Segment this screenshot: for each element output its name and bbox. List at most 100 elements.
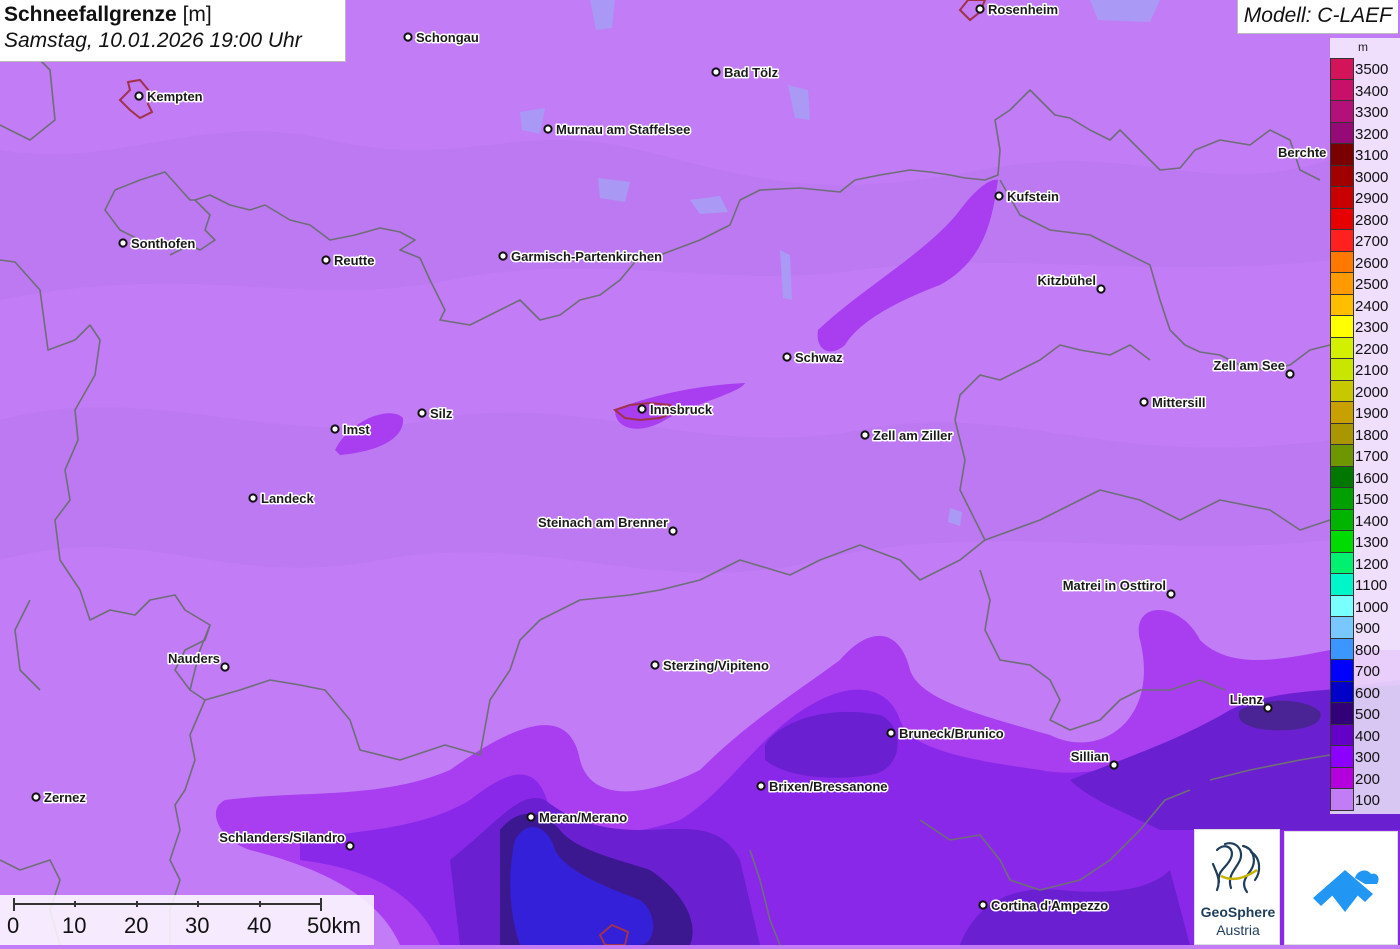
- legend-label: 1600: [1355, 469, 1389, 487]
- city-marker[interactable]: Zell am Ziller: [860, 427, 954, 445]
- forecast-datetime: Samstag, 10.01.2026 19:00 Uhr: [4, 29, 302, 52]
- legend-row-3400: 3400: [1330, 79, 1400, 101]
- legend-row-2100: 2100: [1330, 359, 1400, 381]
- city-dot: [1109, 760, 1119, 770]
- city-label: Sterzing/Vipiteno: [663, 658, 769, 673]
- legend-swatch: [1330, 273, 1354, 295]
- city-marker[interactable]: Cortina d'Ampezzo: [978, 897, 1110, 915]
- city-dot: [134, 91, 144, 101]
- legend-row-600: 600: [1330, 681, 1400, 703]
- legend-row-500: 500: [1330, 703, 1400, 725]
- legend-swatch: [1330, 466, 1354, 488]
- city-dot: [118, 238, 128, 248]
- city-dot: [321, 255, 331, 265]
- legend-label: 400: [1355, 727, 1381, 745]
- city-dot: [248, 493, 258, 503]
- legend-row-2200: 2200: [1330, 337, 1400, 359]
- city-label: Zell am See: [1213, 358, 1285, 373]
- legend-row-1400: 1400: [1330, 509, 1400, 531]
- city-label: Murnau am Staffelsee: [556, 122, 690, 137]
- legend-swatch: [1330, 488, 1354, 510]
- legend-label: 600: [1355, 684, 1381, 702]
- legend-swatch: [1330, 638, 1354, 660]
- legend-label: 1500: [1355, 491, 1389, 508]
- city-label: Cortina d'Ampezzo: [991, 898, 1108, 913]
- city-label: Steinach am Brenner: [538, 515, 668, 530]
- legend-unit: m: [1358, 40, 1368, 54]
- city-dot: [498, 251, 508, 261]
- legend-swatch: [1330, 251, 1354, 273]
- legend-label: 2500: [1355, 276, 1389, 293]
- city-label: Schlanders/Silandro: [219, 830, 345, 845]
- legend-swatch: [1330, 531, 1354, 553]
- city-marker[interactable]: Rosenheim: [975, 1, 1060, 19]
- city-label: Brixen/Bressanone: [769, 779, 888, 794]
- city-dot: [711, 67, 721, 77]
- legend-label: 3400: [1355, 82, 1389, 100]
- legend-row-1700: 1700: [1330, 445, 1400, 467]
- legend-label: 3100: [1355, 147, 1389, 164]
- city-marker[interactable]: Brixen/Bressanone: [756, 778, 889, 796]
- geosphere-logo[interactable]: GeoSphere Austria: [1194, 829, 1280, 945]
- legend-swatch: [1330, 208, 1354, 230]
- legend-row-200: 200: [1330, 767, 1400, 789]
- legend-row-3500: 3500: [1330, 58, 1400, 80]
- geosphere-name: GeoSphere: [1200, 904, 1276, 920]
- legend-row-2400: 2400: [1330, 294, 1400, 316]
- title-text: Schneefallgrenze: [4, 3, 177, 26]
- app-logo[interactable]: [1284, 831, 1398, 945]
- city-marker[interactable]: Garmisch-Partenkirchen: [498, 248, 664, 266]
- city-marker[interactable]: Schongau: [403, 29, 480, 47]
- city-marker[interactable]: Murnau am Staffelsee: [543, 121, 692, 139]
- legend-row-1300: 1300: [1330, 531, 1400, 553]
- city-label: Innsbruck: [650, 402, 713, 417]
- legend-row-2000: 2000: [1330, 380, 1400, 402]
- legend-swatch: [1330, 724, 1354, 746]
- city-marker[interactable]: Meran/Merano: [526, 809, 629, 827]
- legend-swatch: [1330, 402, 1354, 424]
- legend-swatch: [1330, 552, 1354, 574]
- snowfall-limit-map[interactable]: Rosenheim Schongau Kempten Bad Tölz Murnau a…: [0, 0, 1400, 945]
- title-unit: [m]: [182, 3, 212, 26]
- legend-row-2800: 2800: [1330, 208, 1400, 230]
- city-label: Zernez: [44, 790, 86, 805]
- legend-row-400: 400: [1330, 724, 1400, 746]
- legend-label: 200: [1355, 770, 1381, 788]
- legend-row-1000: 1000: [1330, 595, 1400, 617]
- city-label: Schongau: [416, 30, 479, 45]
- legend-swatch: [1330, 294, 1354, 316]
- legend-label: 1100: [1355, 577, 1388, 594]
- city-marker[interactable]: Bruneck/Brunico: [886, 725, 1005, 743]
- legend-swatch: [1330, 746, 1354, 768]
- legend-label: 3000: [1355, 168, 1389, 186]
- city-label: Zell am Ziller: [873, 428, 952, 443]
- legend-swatch: [1330, 445, 1354, 467]
- legend-swatch: [1330, 316, 1354, 338]
- city-dot: [637, 404, 647, 414]
- city-dot: [543, 124, 553, 134]
- legend-swatch: [1330, 595, 1354, 617]
- legend-swatch: [1330, 681, 1354, 703]
- legend-label: 2100: [1355, 362, 1389, 379]
- city-label: Sonthofen: [131, 236, 195, 251]
- city-marker[interactable]: Innsbruck: [637, 401, 714, 419]
- city-label: Berchte: [1278, 145, 1326, 160]
- city-marker[interactable]: Sterzing/Vipiteno: [650, 657, 770, 675]
- legend-swatch: [1330, 509, 1354, 531]
- legend-row-2600: 2600: [1330, 251, 1400, 273]
- color-legend: m 3500 3400 3300 3200 3100 3000 2900 2800 2700 26…: [1330, 38, 1400, 814]
- city-label: Bad Tölz: [724, 65, 779, 80]
- city-marker[interactable]: Sonthofen: [118, 235, 197, 253]
- legend-swatch: [1330, 767, 1354, 789]
- legend-swatch: [1330, 703, 1354, 725]
- legend-row-3200: 3200: [1330, 122, 1400, 144]
- legend-row-2500: 2500: [1330, 273, 1400, 295]
- city-dot: [526, 812, 536, 822]
- legend-label: 1000: [1355, 598, 1389, 616]
- city-label: Imst: [343, 422, 370, 437]
- city-label: Meran/Merano: [539, 810, 627, 825]
- city-label: Schwaz: [795, 350, 843, 365]
- model-label: Modell: C-LAEF: [1236, 0, 1398, 34]
- legend-row-1500: 1500: [1330, 488, 1400, 510]
- scale-label-0: 0: [7, 913, 20, 938]
